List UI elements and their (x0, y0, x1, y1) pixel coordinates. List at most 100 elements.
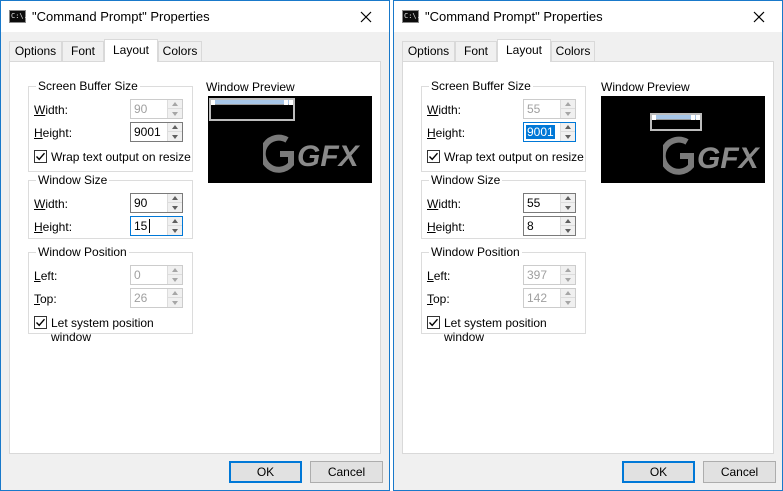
window-height-label: Height: (427, 220, 466, 234)
buffer-width-spinner[interactable]: 55 (523, 99, 576, 119)
wrap-text-checkbox[interactable] (427, 150, 440, 163)
arrow-down-icon (565, 300, 571, 305)
spin-up-button[interactable] (561, 123, 575, 132)
spin-down-button[interactable] (561, 203, 575, 212)
window-size-title: Window Size (36, 173, 110, 187)
ok-button[interactable]: OK (229, 461, 302, 483)
properties-dialog-right: C:\. "Command Prompt" Properties Options… (393, 0, 783, 491)
spin-up-button[interactable] (168, 194, 182, 203)
position-left-value: 397 (527, 268, 548, 282)
let-system-position-label: Let system position window (51, 316, 154, 344)
arrow-down-icon (172, 111, 178, 116)
window-preview: GFX (601, 96, 765, 183)
let-system-position-label: Let system position window (444, 316, 547, 344)
arrow-down-icon (172, 205, 178, 210)
buffer-height-spinner[interactable]: 9001 (523, 122, 576, 142)
spin-down-button[interactable] (561, 298, 575, 307)
screen-buffer-title: Screen Buffer Size (36, 79, 140, 93)
wrap-text-checkbox[interactable] (34, 150, 47, 163)
spin-down-button[interactable] (168, 226, 182, 235)
let-system-position-checkbox[interactable] (34, 316, 47, 329)
arrow-up-icon (172, 102, 178, 106)
window-width-spinner[interactable]: 90 (130, 193, 183, 213)
preview-window-frame (209, 98, 295, 121)
svg-text:GFX: GFX (697, 142, 761, 175)
checkmark-icon (428, 152, 439, 161)
tab-options[interactable]: Options (402, 41, 455, 61)
position-top-spinner[interactable]: 142 (523, 288, 576, 308)
window-height-spinner[interactable]: 15 (130, 216, 183, 236)
buffer-height-spinner[interactable]: 9001 (130, 122, 183, 142)
window-height-spinner[interactable]: 8 (523, 216, 576, 236)
spin-up-button[interactable] (561, 217, 575, 226)
position-left-label: Left: (34, 269, 58, 283)
title-bar[interactable]: C:\. "Command Prompt" Properties (1, 1, 389, 32)
svg-text:GFX: GFX (297, 140, 361, 173)
window-height-value: 8 (527, 219, 534, 233)
window-width-label: Width: (427, 197, 462, 211)
checkmark-icon (35, 152, 46, 161)
cancel-button[interactable]: Cancel (703, 461, 776, 483)
spin-down-button[interactable] (561, 132, 575, 141)
window-width-label: Width: (34, 197, 69, 211)
layout-panel: Screen Buffer Size Width: 90 Height: 900… (9, 61, 381, 454)
buffer-width-spinner[interactable]: 90 (130, 99, 183, 119)
position-top-label: Top: (34, 292, 57, 306)
close-button[interactable] (343, 1, 389, 32)
tab-colors[interactable]: Colors (551, 41, 595, 61)
window-preview-label: Window Preview (206, 80, 295, 94)
spin-down-button[interactable] (168, 203, 182, 212)
spin-down-button[interactable] (561, 275, 575, 284)
window-size-title: Window Size (429, 173, 503, 187)
tab-layout[interactable]: Layout (497, 39, 551, 62)
position-left-spinner[interactable]: 0 (130, 265, 183, 285)
arrow-down-icon (565, 205, 571, 210)
spin-up-button[interactable] (168, 266, 182, 275)
close-button[interactable] (736, 1, 782, 32)
spin-up-button[interactable] (168, 123, 182, 132)
spin-up-button[interactable] (561, 100, 575, 109)
spin-up-button[interactable] (561, 194, 575, 203)
spin-down-button[interactable] (168, 132, 182, 141)
spin-up-button[interactable] (561, 266, 575, 275)
tab-colors[interactable]: Colors (158, 41, 202, 61)
spin-down-button[interactable] (168, 298, 182, 307)
text-caret (149, 219, 150, 233)
screen-buffer-title: Screen Buffer Size (429, 79, 533, 93)
window-width-spinner[interactable]: 55 (523, 193, 576, 213)
arrow-down-icon (172, 277, 178, 282)
window-height-label: Height: (34, 220, 73, 234)
spin-down-button[interactable] (561, 226, 575, 235)
window-position-title: Window Position (36, 245, 129, 259)
position-left-spinner[interactable]: 397 (523, 265, 576, 285)
window-position-group: Window Position Left: 397 Top: 142 Let s… (421, 245, 586, 344)
arrow-down-icon (565, 228, 571, 233)
buffer-height-value: 9001 (526, 125, 555, 139)
title-bar[interactable]: C:\. "Command Prompt" Properties (394, 1, 782, 32)
buffer-height-value: 9001 (134, 125, 161, 139)
position-top-spinner[interactable]: 26 (130, 288, 183, 308)
spin-up-button[interactable] (168, 289, 182, 298)
spin-up-button[interactable] (561, 289, 575, 298)
spin-down-button[interactable] (168, 275, 182, 284)
spin-up-button[interactable] (168, 100, 182, 109)
tab-options[interactable]: Options (9, 41, 62, 61)
spin-up-button[interactable] (168, 217, 182, 226)
preview-window-frame (650, 113, 702, 131)
close-icon (753, 11, 765, 22)
tab-layout[interactable]: Layout (104, 39, 158, 62)
let-system-position-checkbox[interactable] (427, 316, 440, 329)
ok-button[interactable]: OK (622, 461, 695, 483)
wrap-text-label: Wrap text output on resize (444, 150, 584, 164)
tab-font[interactable]: Font (62, 41, 104, 61)
tab-font[interactable]: Font (455, 41, 497, 61)
cancel-button[interactable]: Cancel (310, 461, 383, 483)
spin-down-button[interactable] (561, 109, 575, 118)
arrow-down-icon (565, 134, 571, 139)
window-preview: GFX (208, 96, 372, 183)
spin-down-button[interactable] (168, 109, 182, 118)
command-prompt-icon: C:\. (402, 10, 421, 23)
buffer-height-label: Height: (34, 126, 73, 140)
window-position-group: Window Position Left: 0 Top: 26 Let syst… (28, 245, 193, 344)
window-size-group: Window Size Width: 55 Height: 8 (421, 173, 586, 239)
